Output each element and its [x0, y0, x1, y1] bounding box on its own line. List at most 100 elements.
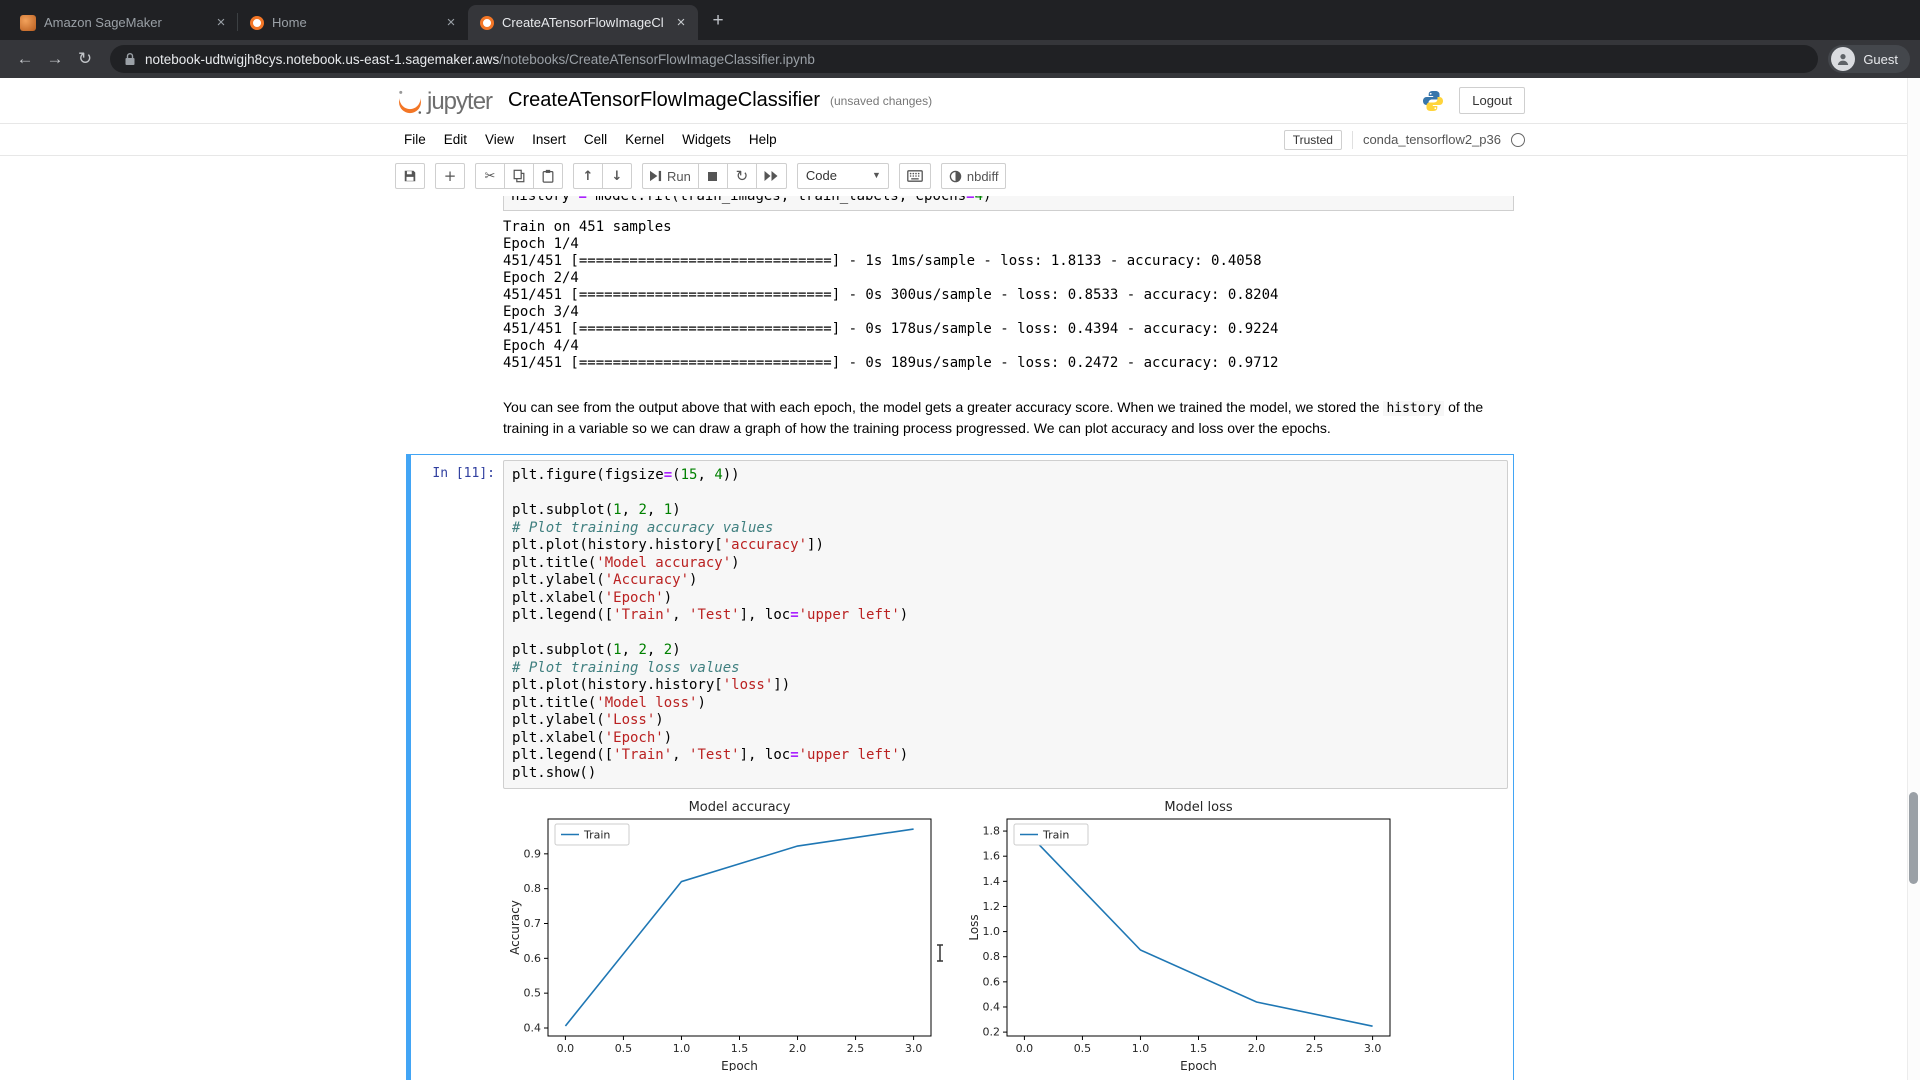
- person-icon: [1836, 52, 1850, 66]
- code-cell-selected[interactable]: In [11]: plt.figure(figsize=(15, 4)) plt…: [406, 454, 1514, 1080]
- tab-amazon-sagemaker[interactable]: Amazon SageMaker ×: [8, 5, 238, 40]
- jupyter-favicon: [480, 16, 494, 30]
- cell-output: 0.00.51.01.52.02.53.00.40.50.60.70.80.9M…: [503, 789, 1508, 1075]
- forward-button[interactable]: →: [40, 44, 70, 74]
- reload-button[interactable]: ↻: [70, 44, 100, 74]
- restart-icon: ↻: [736, 167, 749, 185]
- tab-close-icon[interactable]: ×: [442, 14, 460, 32]
- svg-text:Train: Train: [583, 829, 610, 842]
- jupyter-favicon: [250, 16, 264, 30]
- tab-close-icon[interactable]: ×: [212, 14, 230, 32]
- restart-run-all-button[interactable]: [756, 163, 787, 189]
- cell-prompt: In [11]:: [416, 460, 503, 789]
- tab-close-icon[interactable]: ×: [672, 14, 690, 32]
- arrow-down-icon: ↓: [612, 169, 623, 184]
- paste-cells-button[interactable]: [533, 163, 563, 189]
- save-button[interactable]: [395, 163, 425, 189]
- notebook-title[interactable]: CreateATensorFlowImageClassifier: [508, 89, 820, 112]
- move-cell-down-button[interactable]: ↓: [602, 163, 632, 189]
- back-button[interactable]: ←: [10, 44, 40, 74]
- save-icon: [403, 169, 417, 183]
- svg-text:Model loss: Model loss: [1164, 800, 1233, 815]
- notebook-menubar: File Edit View Insert Cell Kernel Widget…: [0, 124, 1920, 156]
- menu-edit[interactable]: Edit: [435, 124, 476, 155]
- profile-label: Guest: [1863, 52, 1898, 67]
- svg-text:3.0: 3.0: [905, 1042, 923, 1055]
- tab-notebook[interactable]: CreateATensorFlowImageClass... ×: [468, 5, 698, 40]
- svg-text:Epoch: Epoch: [721, 1059, 758, 1071]
- svg-text:2.5: 2.5: [847, 1042, 865, 1055]
- menu-file[interactable]: File: [395, 124, 435, 155]
- keyboard-icon: [907, 170, 923, 182]
- cut-cells-button[interactable]: ✂: [475, 163, 505, 189]
- svg-text:Epoch: Epoch: [1180, 1059, 1217, 1071]
- cell-type-value: Code: [806, 168, 837, 183]
- menu-kernel[interactable]: Kernel: [616, 124, 673, 155]
- previous-cell-clipped-input[interactable]: history = model.fit(train_images, train_…: [503, 196, 1514, 211]
- avatar: [1831, 47, 1855, 71]
- logout-button[interactable]: Logout: [1459, 87, 1525, 114]
- menu-help[interactable]: Help: [740, 124, 786, 155]
- run-button[interactable]: Run: [642, 163, 699, 189]
- inline-code: history: [1383, 401, 1444, 416]
- new-tab-button[interactable]: +: [704, 8, 732, 36]
- jupyter-logo[interactable]: jupyter: [395, 86, 492, 116]
- svg-text:Accuracy: Accuracy: [508, 900, 522, 955]
- tab-home[interactable]: Home ×: [238, 5, 468, 40]
- fast-forward-icon: [764, 170, 779, 182]
- nbdiff-label: nbdiff: [967, 169, 999, 184]
- copy-cells-button[interactable]: [504, 163, 534, 189]
- menu-cell[interactable]: Cell: [575, 124, 616, 155]
- menu-view[interactable]: View: [476, 124, 523, 155]
- svg-text:1.0: 1.0: [673, 1042, 691, 1055]
- browser-toolbar: ← → ↻ notebook-udtwigjh8cys.notebook.us-…: [0, 40, 1920, 78]
- arrow-up-icon: ↑: [583, 169, 594, 184]
- nbdiff-button[interactable]: nbdiff: [941, 163, 1007, 189]
- url-host: notebook-udtwigjh8cys.notebook.us-east-1…: [145, 52, 499, 67]
- svg-text:1.0: 1.0: [1132, 1042, 1150, 1055]
- svg-text:0.5: 0.5: [1074, 1042, 1092, 1055]
- nbdiff-icon: [949, 170, 962, 183]
- svg-text:1.0: 1.0: [983, 925, 1001, 938]
- svg-text:Train: Train: [1042, 829, 1069, 842]
- notebook-toolbar: + ✂ ↑ ↓: [0, 156, 1920, 196]
- svg-text:1.4: 1.4: [983, 875, 1001, 888]
- svg-text:0.6: 0.6: [524, 952, 542, 965]
- menu-widgets[interactable]: Widgets: [673, 124, 740, 155]
- profile-button[interactable]: Guest: [1828, 45, 1910, 73]
- tab-title: CreateATensorFlowImageClass...: [502, 15, 664, 30]
- menu-insert[interactable]: Insert: [523, 124, 575, 155]
- sagemaker-favicon: [20, 15, 36, 31]
- model-loss-chart: 0.00.51.01.52.02.53.00.20.40.60.81.01.21…: [967, 799, 1397, 1071]
- svg-text:Model accuracy: Model accuracy: [689, 800, 791, 815]
- cut-icon: ✂: [485, 169, 496, 184]
- interrupt-kernel-button[interactable]: [698, 163, 728, 189]
- command-palette-button[interactable]: [899, 163, 931, 189]
- svg-text:0.2: 0.2: [983, 1026, 1001, 1039]
- stop-icon: [707, 171, 718, 182]
- url-path: /notebooks/CreateATensorFlowImageClassif…: [499, 52, 815, 67]
- svg-text:0.4: 0.4: [983, 1000, 1001, 1013]
- cell-type-select[interactable]: Code ▼: [797, 163, 889, 189]
- site-lock-icon: [124, 52, 136, 66]
- markdown-text: You can see from the output above that w…: [503, 399, 1383, 415]
- markdown-cell[interactable]: You can see from the output above that w…: [503, 398, 1493, 438]
- move-cell-up-button[interactable]: ↑: [573, 163, 603, 189]
- scrollbar-thumb[interactable]: [1909, 792, 1918, 884]
- svg-text:0.0: 0.0: [557, 1042, 575, 1055]
- insert-cell-button[interactable]: +: [435, 163, 465, 189]
- tab-title: Home: [272, 15, 434, 30]
- python-icon: [1421, 89, 1445, 113]
- browser-tab-strip: Amazon SageMaker × Home × CreateATensorF…: [0, 0, 1920, 40]
- training-output: Train on 451 samples Epoch 1/4 451/451 […: [503, 219, 1514, 372]
- restart-kernel-button[interactable]: ↻: [727, 163, 757, 189]
- svg-text:0.7: 0.7: [524, 917, 542, 930]
- jupyter-logo-text: jupyter: [427, 88, 492, 116]
- address-bar[interactable]: notebook-udtwigjh8cys.notebook.us-east-1…: [110, 45, 1818, 73]
- kernel-name: conda_tensorflow2_p36: [1363, 132, 1501, 147]
- previous-cell-code: history = model.fit(train_images, train_…: [504, 196, 1513, 206]
- code-editor[interactable]: plt.figure(figsize=(15, 4)) plt.subplot(…: [503, 460, 1508, 789]
- page-scrollbar[interactable]: [1907, 78, 1920, 1080]
- svg-text:1.5: 1.5: [731, 1042, 749, 1055]
- svg-text:0.8: 0.8: [983, 950, 1001, 963]
